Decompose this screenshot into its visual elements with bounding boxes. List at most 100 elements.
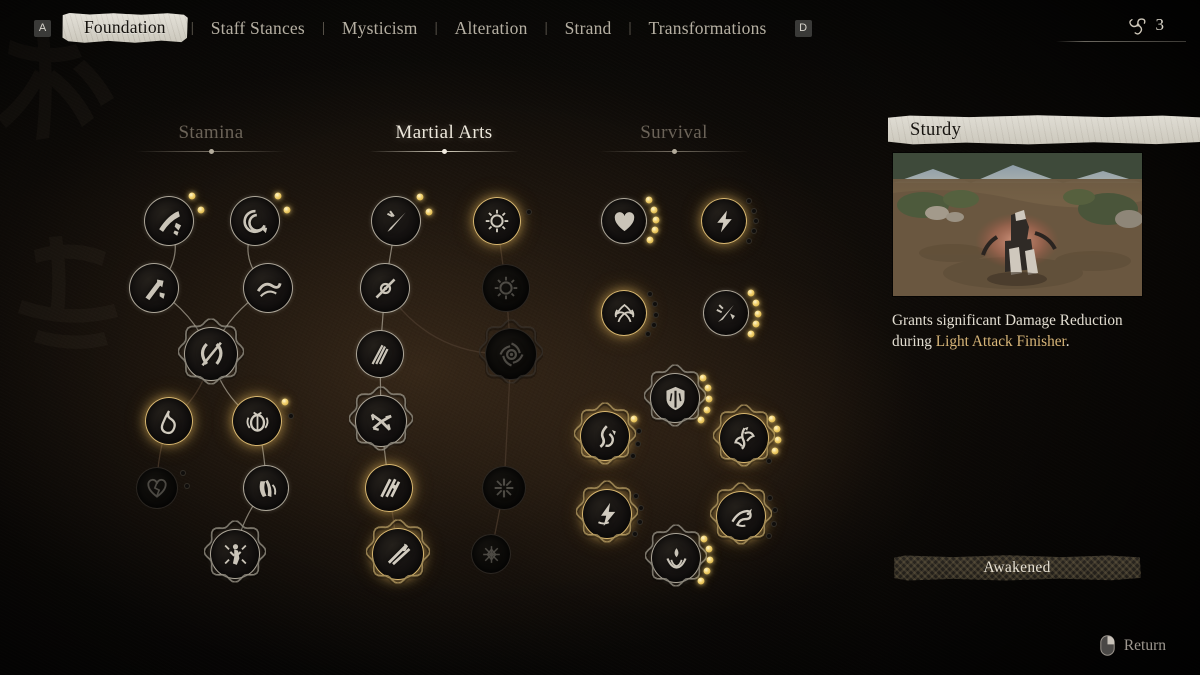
skill-node[interactable] [232, 396, 294, 446]
skill-pip-filled [699, 374, 706, 382]
skill-pip-filled [646, 236, 654, 244]
skill-pip-filled [416, 193, 424, 201]
bolt-rune-icon [597, 502, 615, 526]
skill-pip-filled [652, 216, 660, 224]
tab-foundation[interactable]: Foundation [63, 13, 188, 43]
tab-mysticism[interactable]: Mysticism [328, 15, 432, 42]
skill-pip-filled [703, 567, 711, 575]
skill-tree-screen: A Foundation | Staff Stances | Mysticism | Alt… [0, 0, 1200, 675]
skill-node-disc [232, 396, 282, 446]
skill-node-disc [129, 263, 179, 313]
skill-node[interactable] [243, 263, 293, 313]
skill-node[interactable] [230, 192, 291, 246]
skill-node-disc [650, 373, 700, 423]
skill-node-disc [210, 529, 260, 579]
skill-node[interactable] [129, 263, 179, 313]
skill-node[interactable] [136, 467, 190, 509]
column-header-stamina[interactable]: Stamina [136, 122, 286, 155]
skill-pip-empty [644, 331, 651, 338]
skill-node[interactable] [347, 385, 415, 454]
skill-node-disc [355, 395, 407, 447]
skill-node[interactable] [477, 318, 545, 387]
skill-pip-empty [629, 452, 636, 459]
skill-pip-filled [697, 416, 705, 424]
skill-node-disc [365, 464, 413, 512]
skill-node[interactable] [703, 289, 762, 338]
skill-pip-empty [746, 237, 753, 244]
skill-node-disc [473, 197, 521, 245]
skill-node[interactable] [176, 317, 246, 388]
awakened-label: Awakened [983, 559, 1051, 576]
skill-pip-filled [197, 206, 205, 214]
skill-pip-empty [287, 413, 294, 420]
skill-node-disc [471, 534, 511, 574]
tab-staff-stances[interactable]: Staff Stances [197, 15, 319, 42]
tab-alteration[interactable]: Alteration [441, 15, 542, 42]
skill-node[interactable] [144, 192, 205, 246]
skill-node[interactable] [202, 519, 268, 586]
skill-node[interactable] [708, 481, 778, 548]
skill-node[interactable] [601, 196, 660, 244]
pinwheel-strike-icon [370, 413, 392, 431]
skill-pip-empty [651, 300, 658, 307]
dual-crescent-icon [200, 341, 223, 367]
skill-pip-filled [697, 577, 705, 585]
skill-node[interactable] [356, 330, 404, 378]
skill-node[interactable] [643, 523, 714, 590]
skill-node[interactable] [601, 290, 659, 338]
skill-node[interactable] [482, 466, 526, 510]
skill-node-disc [719, 413, 769, 463]
key-hint-next-icon: D [794, 19, 812, 37]
skill-pip-filled [704, 384, 711, 392]
skill-node-disc [651, 533, 701, 583]
skill-pip-empty [751, 207, 758, 214]
skill-node[interactable] [365, 464, 413, 512]
skill-node[interactable] [145, 397, 193, 445]
skill-pip-empty [632, 492, 639, 499]
underline-dot [671, 149, 677, 154]
spark-blade-icon [715, 303, 735, 322]
tab-strand[interactable]: Strand [551, 15, 626, 42]
heart-break-icon [147, 478, 167, 498]
skill-node[interactable] [360, 263, 410, 313]
skill-node-disc [243, 465, 289, 511]
skill-pip-filled [705, 545, 713, 553]
skill-pip-filled [630, 415, 638, 423]
return-hint[interactable]: Return [1100, 635, 1166, 656]
tab-separator: | [544, 19, 548, 36]
skill-preview-video[interactable] [893, 153, 1142, 296]
skill-node[interactable] [364, 518, 432, 587]
awakened-button[interactable]: Awakened [894, 555, 1141, 581]
skill-node[interactable] [711, 403, 782, 470]
skill-description: Grants significant Damage Reduction duri… [892, 310, 1152, 352]
column-header-survival[interactable]: Survival [599, 122, 749, 155]
skill-node[interactable] [574, 479, 644, 546]
skill-pip-empty [746, 198, 753, 205]
skill-node[interactable] [471, 534, 511, 574]
skill-pip-empty [753, 218, 759, 224]
skill-pip-empty [751, 228, 758, 235]
phoenix-icon [733, 426, 755, 450]
crossed-staves-icon [387, 543, 410, 565]
column-header-label: Martial Arts [395, 122, 493, 143]
tab-separator: | [434, 19, 438, 36]
gourd-icon [160, 410, 176, 435]
skill-node[interactable] [642, 363, 713, 430]
skill-node[interactable] [371, 193, 433, 246]
skill-pip-filled [281, 398, 289, 406]
skill-node-disc [482, 466, 526, 510]
skill-pip-filled [771, 447, 779, 455]
skill-pip-empty [637, 505, 644, 512]
skill-pip-empty [771, 520, 778, 527]
skill-pip-empty [771, 507, 778, 514]
skill-node[interactable] [572, 401, 642, 468]
skill-node[interactable] [243, 465, 289, 511]
skill-pip-empty [765, 532, 772, 539]
skill-node[interactable] [482, 264, 530, 312]
skill-node[interactable] [701, 198, 759, 244]
key-hint-prev-icon: A [34, 19, 51, 37]
skill-node[interactable] [473, 197, 532, 245]
column-header-martial-arts[interactable]: Martial Arts [369, 122, 519, 155]
tab-transformations[interactable]: Transformations [635, 15, 781, 42]
skill-node-disc [703, 290, 749, 336]
